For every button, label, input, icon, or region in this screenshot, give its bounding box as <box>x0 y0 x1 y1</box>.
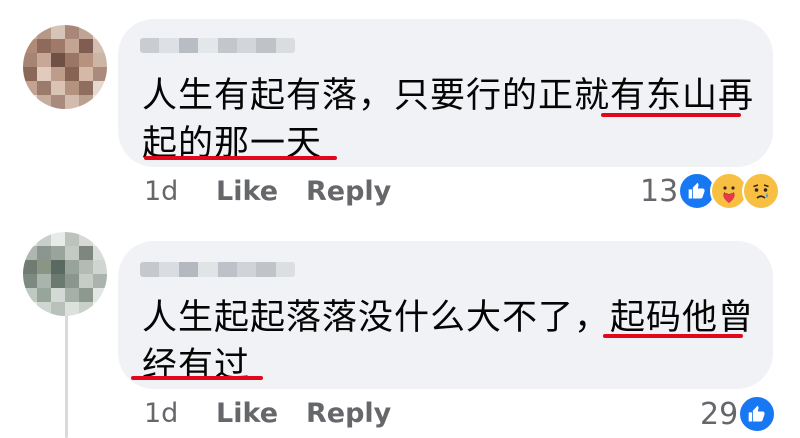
commenter-name-blurred[interactable] <box>140 38 295 53</box>
reply-button[interactable]: Reply <box>306 398 391 429</box>
reply-button[interactable]: Reply <box>306 176 391 207</box>
comment-actions: 1d Like Reply <box>144 398 391 429</box>
sad-icon <box>742 172 781 210</box>
reaction-count: 29 <box>700 396 739 432</box>
red-underline-annotation <box>131 376 263 380</box>
commenter-name-blurred[interactable] <box>140 262 295 277</box>
avatar[interactable] <box>23 232 107 316</box>
red-underline-annotation <box>601 113 741 117</box>
comment-actions: 1d Like Reply <box>144 176 391 207</box>
comment-timestamp[interactable]: 1d <box>144 398 216 429</box>
comment-timestamp[interactable]: 1d <box>144 176 216 207</box>
like-button[interactable]: Like <box>216 398 306 429</box>
comment-text-line: 经有过 <box>142 346 251 386</box>
avatar[interactable] <box>23 25 107 109</box>
like-icon <box>738 395 777 433</box>
like-button[interactable]: Like <box>216 176 306 207</box>
reaction-summary[interactable]: 13 <box>640 172 781 210</box>
reaction-count: 13 <box>640 173 679 209</box>
reaction-summary[interactable]: 29 <box>700 395 777 433</box>
red-underline-annotation <box>144 156 337 160</box>
comment-text-line: 起的那一天 <box>142 124 323 164</box>
reply-thread-line <box>65 300 68 438</box>
red-underline-annotation <box>603 334 743 338</box>
